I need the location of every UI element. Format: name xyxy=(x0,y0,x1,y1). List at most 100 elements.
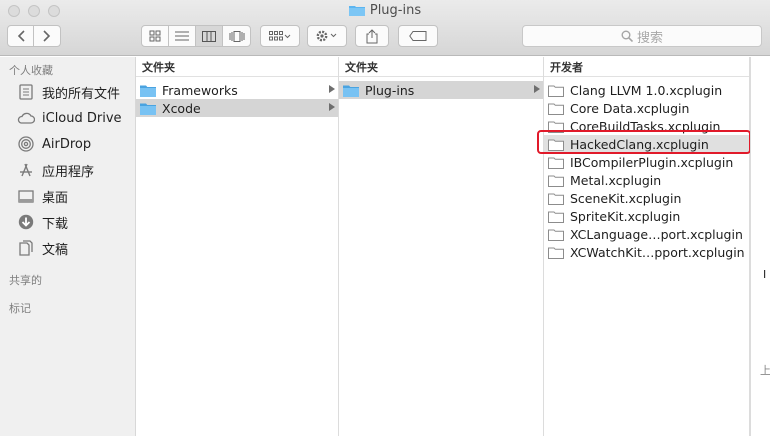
cloud-icon xyxy=(17,109,35,127)
sidebar-item-airdrop[interactable]: AirDrop xyxy=(17,133,91,155)
sidebar-section-shared: 共享的 xyxy=(9,274,42,287)
edge-glyph-mid: I xyxy=(763,268,767,281)
toolbar: Plug-ins 搜索 xyxy=(0,0,770,56)
gear-icon xyxy=(316,30,337,42)
tag-button[interactable] xyxy=(398,25,438,47)
window-title: Plug-ins xyxy=(0,3,770,20)
row-label: Clang LLVM 1.0.xcplugin xyxy=(570,82,723,98)
column-header: 文件夹 xyxy=(339,57,543,77)
plugin-row[interactable]: Clang LLVM 1.0.xcplugin xyxy=(544,81,749,99)
airdrop-icon xyxy=(17,135,35,153)
nav-buttons xyxy=(7,25,61,47)
download-icon xyxy=(17,213,35,231)
sidebar-section-tags: 标记 xyxy=(9,302,31,315)
plugin-bundle-icon xyxy=(548,247,564,259)
plugin-row[interactable]: Metal.xcplugin xyxy=(544,171,749,189)
plugin-row[interactable]: SceneKit.xcplugin xyxy=(544,189,749,207)
row-label: Plug-ins xyxy=(365,82,415,98)
plugin-row[interactable]: XCLanguage…port.xcplugin xyxy=(544,225,749,243)
sidebar-item-label: 下载 xyxy=(42,216,69,232)
column-view-button[interactable] xyxy=(196,26,223,46)
folder-icon xyxy=(140,85,156,97)
folder-row-frameworks[interactable]: Frameworks xyxy=(136,81,338,99)
row-label: Metal.xcplugin xyxy=(570,172,662,188)
sidebar-item-documents[interactable]: 文稿 xyxy=(17,237,68,259)
folder-icon xyxy=(348,4,365,20)
plugin-bundle-icon xyxy=(548,193,564,205)
desktop-icon xyxy=(17,187,35,205)
folder-icon xyxy=(343,85,359,97)
tag-icon xyxy=(409,31,427,41)
row-label: Xcode xyxy=(162,100,201,116)
sidebar-section-favorites: 个人收藏 xyxy=(9,64,53,77)
applications-icon xyxy=(17,161,35,179)
folder-row-xcode[interactable]: Xcode xyxy=(136,99,338,117)
folder-icon xyxy=(140,103,156,115)
grid-icon xyxy=(149,30,161,42)
browser-column-1: 文件夹 Frameworks Xcode xyxy=(136,57,339,436)
search-placeholder: 搜索 xyxy=(636,30,663,46)
plugin-row[interactable]: SpriteKit.xcplugin xyxy=(544,207,749,225)
sidebar-item-downloads[interactable]: 下载 xyxy=(17,211,68,233)
arrange-icon xyxy=(269,31,291,41)
sidebar-item-label: AirDrop xyxy=(42,136,92,152)
preview-column-edge xyxy=(750,57,770,436)
row-label: Frameworks xyxy=(162,82,238,98)
plugin-row[interactable]: IBCompilerPlugin.xcplugin xyxy=(544,153,749,171)
row-label: XCLanguage…port.xcplugin xyxy=(570,226,743,242)
share-button[interactable] xyxy=(355,25,389,47)
sidebar-item-icloud-drive[interactable]: iCloud Drive xyxy=(17,107,122,129)
disclosure-arrow-icon xyxy=(329,103,335,111)
annotation-highlight-box xyxy=(537,130,751,154)
sidebar-item-desktop[interactable]: 桌面 xyxy=(17,185,68,207)
browser-column-3: 开发者 Clang LLVM 1.0.xcplugin Core Data.xcp… xyxy=(544,57,750,436)
plugin-bundle-icon xyxy=(548,85,564,97)
search-icon xyxy=(621,30,633,42)
plugin-bundle-icon xyxy=(548,229,564,241)
plugin-row[interactable]: Core Data.xcplugin xyxy=(544,99,749,117)
row-label: Core Data.xcplugin xyxy=(570,100,690,116)
documents-icon xyxy=(17,239,35,257)
row-label: SpriteKit.xcplugin xyxy=(570,208,681,224)
sidebar-item-label: 我的所有文件 xyxy=(42,86,121,102)
row-label: SceneKit.xcplugin xyxy=(570,190,682,206)
action-button[interactable] xyxy=(307,25,347,47)
folder-row-plug-ins[interactable]: Plug-ins xyxy=(339,81,543,99)
cover-flow-button[interactable] xyxy=(223,26,250,46)
row-label: XCWatchKit…pport.xcplugin xyxy=(570,244,745,260)
column-header: 文件夹 xyxy=(136,57,338,77)
list-icon xyxy=(175,31,189,41)
view-mode-segmented xyxy=(141,25,251,47)
sidebar-item-label: 文稿 xyxy=(42,242,69,258)
plugin-list: Clang LLVM 1.0.xcplugin Core Data.xcplugi… xyxy=(544,81,749,261)
row-label: IBCompilerPlugin.xcplugin xyxy=(570,154,734,170)
disclosure-arrow-icon xyxy=(329,85,335,93)
sidebar-item-label: 桌面 xyxy=(42,190,69,206)
column-header: 开发者 xyxy=(544,57,749,77)
forward-button[interactable] xyxy=(34,26,60,46)
window-title-text: Plug-ins xyxy=(369,3,422,18)
browser-column-2: 文件夹 Plug-ins xyxy=(339,57,544,436)
sidebar-item-all-files[interactable]: 我的所有文件 xyxy=(17,81,120,103)
arrange-button[interactable] xyxy=(260,25,300,47)
icon-view-button[interactable] xyxy=(142,26,169,46)
plugin-bundle-icon xyxy=(548,211,564,223)
cover-flow-icon xyxy=(229,30,244,42)
plugin-bundle-icon xyxy=(548,103,564,115)
plugin-bundle-icon xyxy=(548,157,564,169)
search-field[interactable]: 搜索 xyxy=(522,25,762,47)
sidebar: 个人收藏 我的所有文件 iCloud Drive AirDrop 应用程序 桌面 xyxy=(0,57,136,436)
all-files-icon xyxy=(17,83,35,101)
finder-window: Plug-ins 搜索 个人收藏 我的所有文件 iCloud Drive Air… xyxy=(0,0,770,436)
sidebar-item-applications[interactable]: 应用程序 xyxy=(17,159,94,181)
plugin-row[interactable]: XCWatchKit…pport.xcplugin xyxy=(544,243,749,261)
list-view-button[interactable] xyxy=(169,26,196,46)
sidebar-item-label: 应用程序 xyxy=(42,164,95,180)
back-button[interactable] xyxy=(8,26,35,46)
edge-glyph-bottom: 上 xyxy=(760,364,770,377)
plugin-bundle-icon xyxy=(548,175,564,187)
share-icon xyxy=(366,28,378,43)
columns-icon xyxy=(202,30,216,42)
disclosure-arrow-icon xyxy=(534,85,540,93)
sidebar-item-label: iCloud Drive xyxy=(42,110,122,126)
